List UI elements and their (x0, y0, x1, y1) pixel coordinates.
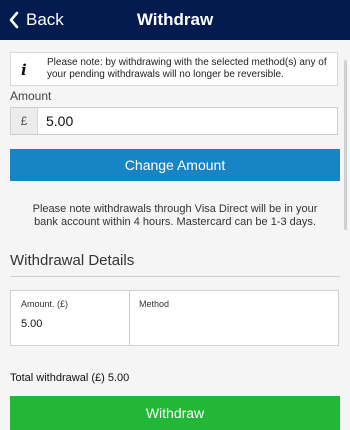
total-withdrawal: Total withdrawal (£) 5.00 (10, 372, 130, 384)
visa-direct-note: Please note withdrawals through Visa Dir… (32, 203, 318, 228)
page-title: Withdraw (136, 10, 214, 29)
amount-label: Amount (10, 89, 52, 103)
info-icon: i (21, 61, 27, 79)
withdrawal-details-title: Withdrawal Details (10, 252, 135, 269)
scrollbar[interactable] (344, 60, 347, 230)
column-divider (129, 291, 130, 345)
notice-text: Please note: by withdrawing with the sel… (47, 57, 327, 80)
withdraw-button[interactable]: Withdraw (10, 396, 340, 430)
method-column-header: Method (139, 299, 170, 309)
info-notice: i Please note: by withdrawing with the s… (10, 52, 338, 86)
amount-input[interactable] (38, 108, 337, 134)
amount-column-header: Amount. (£) (21, 299, 69, 309)
amount-field[interactable]: £ (10, 107, 338, 135)
change-amount-button[interactable]: Change Amount (10, 149, 340, 181)
currency-prefix: £ (11, 108, 38, 134)
amount-column-value: 5.00 (21, 318, 43, 330)
app-header: Back Withdraw (0, 0, 350, 40)
section-divider (10, 276, 340, 277)
withdrawal-details-table: Amount. (£) 5.00 Method (10, 290, 339, 346)
